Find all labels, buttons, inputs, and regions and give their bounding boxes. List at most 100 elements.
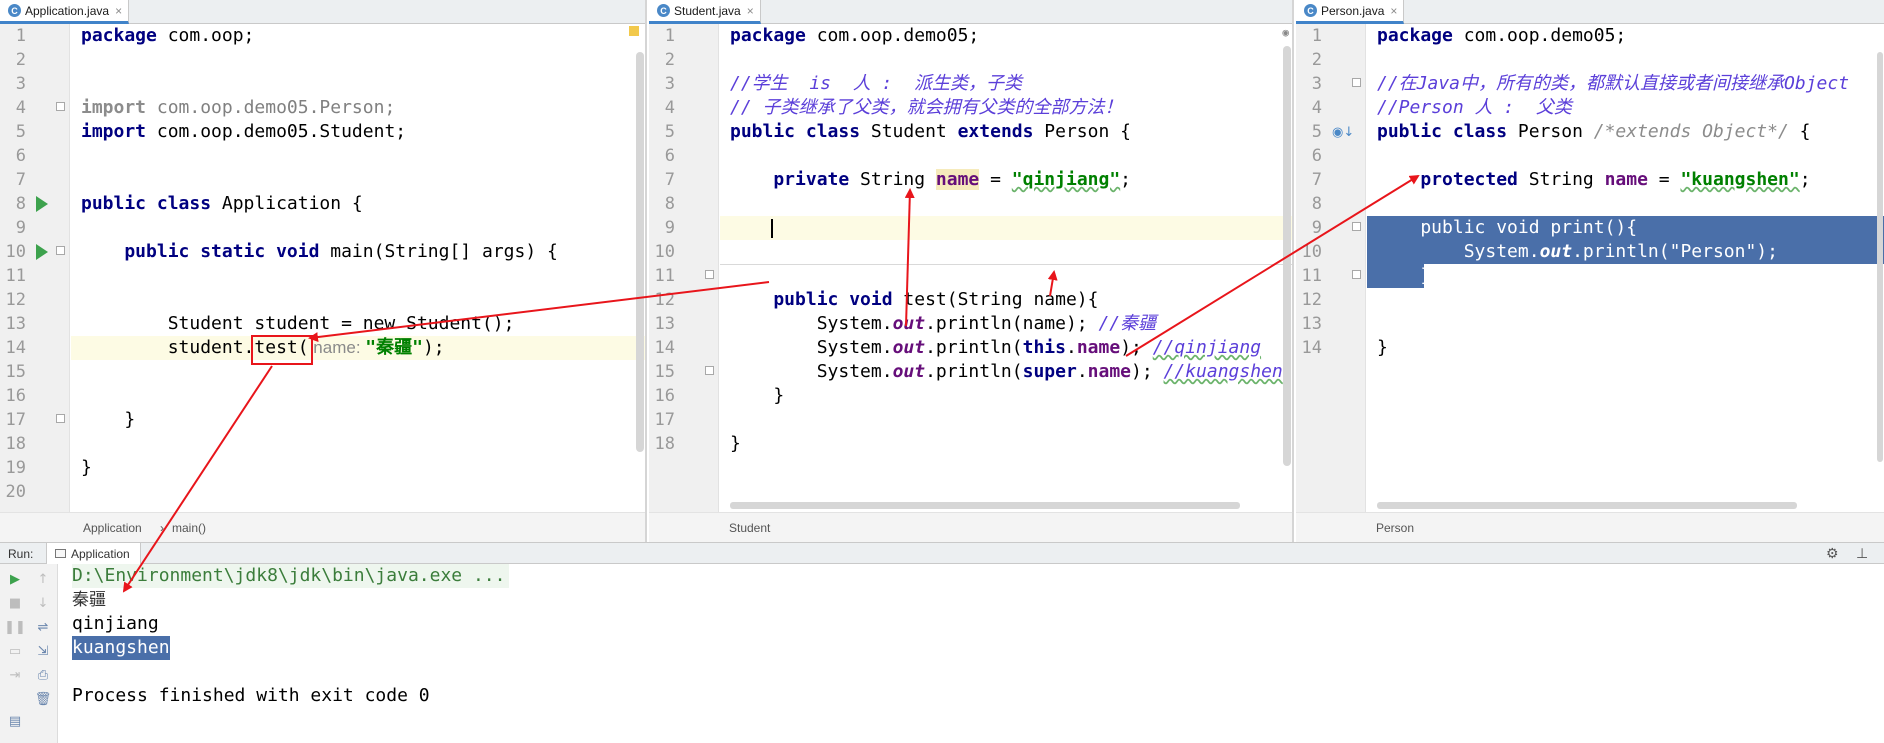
- fold-icon[interactable]: [56, 102, 65, 111]
- code-area-application[interactable]: package com.oop; import com.oop.demo05.P…: [71, 24, 645, 512]
- code-token: .println(: [925, 361, 1023, 382]
- breadcrumb-item[interactable]: Student: [729, 521, 770, 535]
- line-number: 1: [15, 26, 26, 46]
- tab-application-java[interactable]: C Application.java ×: [0, 0, 130, 24]
- close-icon[interactable]: ×: [1390, 4, 1397, 18]
- scroll-to-end-icon[interactable]: ⇲: [34, 642, 52, 660]
- breadcrumb-item[interactable]: main(): [172, 521, 206, 535]
- vertical-scrollbar[interactable]: [1877, 52, 1883, 462]
- code-token: package: [730, 25, 806, 46]
- code-token: public class: [1377, 121, 1508, 142]
- code-token: String: [849, 169, 936, 190]
- line-number: 3: [1311, 74, 1322, 94]
- code-token: name: [1604, 169, 1648, 190]
- code-token: =: [1647, 169, 1681, 190]
- run-gutter-icon[interactable]: [36, 244, 48, 260]
- line-number: 6: [664, 146, 675, 166]
- code-token: test(: [254, 337, 309, 358]
- line-number: 16: [654, 386, 675, 406]
- code-token: System.: [730, 313, 893, 334]
- line-number: 7: [15, 170, 26, 190]
- vertical-scrollbar[interactable]: [636, 52, 644, 452]
- line-number: 18: [5, 434, 26, 454]
- code-token: .println(name);: [925, 313, 1099, 334]
- line-number: 10: [1301, 242, 1322, 262]
- fold-icon[interactable]: [1352, 78, 1361, 87]
- console-output-line[interactable]: kuangshen: [72, 636, 170, 660]
- java-class-icon: C: [8, 4, 21, 17]
- layout-icon[interactable]: ▤: [6, 712, 24, 730]
- soft-wrap-icon[interactable]: ⇌: [34, 618, 52, 636]
- code-token: Student: [860, 121, 958, 142]
- line-number: 8: [15, 194, 26, 214]
- code-area-student[interactable]: package com.oop.demo05; //学生 is 人 : 派生类，…: [720, 24, 1292, 512]
- tab-label: Student.java: [674, 3, 741, 18]
- fold-icon[interactable]: [705, 366, 714, 375]
- code-token: name: [1087, 361, 1132, 382]
- line-number: 7: [1311, 170, 1322, 190]
- pause-icon[interactable]: ❚❚: [4, 618, 26, 636]
- code-comment: /*extends Object*/: [1593, 121, 1789, 142]
- print-icon[interactable]: ⎙: [34, 666, 52, 684]
- tab-person-java[interactable]: C Person.java ×: [1296, 0, 1405, 24]
- editor-pane-application: C Application.java × 1 2 3 4 5 6 7 8 9 1…: [0, 0, 647, 542]
- code-token: public void: [730, 289, 893, 310]
- code-area-person[interactable]: package com.oop.demo05; //在Java中，所有的类，都默…: [1367, 24, 1884, 512]
- close-icon[interactable]: ×: [747, 4, 754, 18]
- fold-icon[interactable]: [1352, 270, 1361, 279]
- fold-icon[interactable]: [56, 246, 65, 255]
- warning-marker-icon[interactable]: [629, 26, 639, 36]
- code-token: String: [1517, 169, 1605, 190]
- line-number: 10: [654, 242, 675, 262]
- code-token: test(String name){: [892, 289, 1099, 310]
- code-token: public class: [81, 193, 212, 214]
- rerun-icon[interactable]: ▶: [6, 570, 24, 588]
- console-command-line[interactable]: D:\Environment\jdk8\jdk\bin\java.exe ...: [72, 564, 510, 588]
- line-number: 3: [664, 74, 675, 94]
- line-number: 2: [15, 50, 26, 70]
- tab-label: Application.java: [25, 3, 110, 18]
- fold-icon[interactable]: [705, 270, 714, 279]
- vertical-scrollbar[interactable]: [1283, 46, 1291, 466]
- line-number: 15: [5, 362, 26, 382]
- horizontal-scrollbar[interactable]: [1377, 502, 1797, 509]
- stop-icon[interactable]: ■: [6, 594, 24, 612]
- code-token: com.oop.demo05;: [1452, 25, 1627, 46]
- application-config-icon: [55, 549, 66, 558]
- code-token: package: [1377, 25, 1453, 46]
- up-arrow-icon[interactable]: ↑: [34, 570, 52, 588]
- line-number: 5: [1311, 122, 1322, 142]
- overridden-down-icon[interactable]: ◉↓: [1332, 125, 1354, 140]
- code-token: }: [1377, 337, 1388, 358]
- line-number: 8: [1311, 194, 1322, 214]
- editor-pane-student: C Student.java × 1 2 3 4 5 6 7 8 9 10 11…: [649, 0, 1294, 542]
- eye-icon[interactable]: ◉: [1282, 26, 1289, 39]
- code-token: com.oop.demo05;: [805, 25, 980, 46]
- breadcrumb-item[interactable]: Person: [1376, 521, 1414, 535]
- code-token: private: [730, 169, 850, 190]
- horizontal-scrollbar[interactable]: [730, 502, 1240, 509]
- minimize-icon[interactable]: ⊥: [1856, 545, 1868, 562]
- camera-icon[interactable]: ▭: [6, 642, 24, 660]
- line-number: 9: [664, 218, 675, 238]
- fold-icon[interactable]: [56, 414, 65, 423]
- down-arrow-icon[interactable]: ↓: [34, 594, 52, 612]
- console-output-line[interactable]: 秦疆: [72, 588, 106, 612]
- run-tab-label: Application: [71, 546, 130, 561]
- close-icon[interactable]: ×: [115, 4, 122, 18]
- run-gutter-icon[interactable]: [36, 196, 48, 212]
- breadcrumb: Student: [649, 512, 1292, 542]
- trash-icon[interactable]: 🗑: [34, 690, 52, 708]
- breadcrumb-item[interactable]: Application: [83, 521, 142, 535]
- line-number: 12: [5, 290, 26, 310]
- code-token: out: [892, 361, 926, 382]
- gear-icon[interactable]: ⚙: [1826, 545, 1839, 562]
- console-output-line[interactable]: qinjiang: [72, 612, 159, 636]
- console-process-finished[interactable]: Process finished with exit code 0: [72, 684, 430, 708]
- exit-icon[interactable]: ⇥: [6, 666, 24, 684]
- code-comment: //qinjiang: [1152, 337, 1262, 358]
- java-class-icon: C: [657, 4, 670, 17]
- tab-student-java[interactable]: C Student.java ×: [649, 0, 761, 24]
- run-tab-application[interactable]: Application: [46, 543, 141, 564]
- fold-icon[interactable]: [1352, 222, 1361, 231]
